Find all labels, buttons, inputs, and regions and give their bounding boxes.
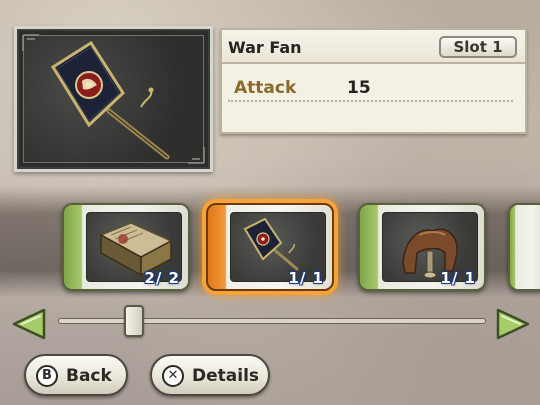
scroll-left-arrow-icon[interactable] bbox=[10, 307, 48, 341]
scroll-track[interactable] bbox=[58, 318, 486, 324]
x-button-icon: ✕ bbox=[162, 365, 184, 387]
war-fan-icon bbox=[22, 34, 205, 164]
carousel-item-partial[interactable] bbox=[508, 203, 540, 291]
carousel-item-book[interactable]: 2/ 2 bbox=[62, 203, 190, 291]
item-info-header: War Fan Slot 1 bbox=[222, 30, 525, 64]
stat-value: 15 bbox=[347, 78, 371, 98]
scroll-right-arrow-icon[interactable] bbox=[494, 307, 532, 341]
item-count: 2/ 2 bbox=[144, 269, 180, 287]
back-button-label: Back bbox=[66, 366, 112, 386]
carousel-item-war-fan[interactable]: 1/ 1 bbox=[206, 203, 334, 291]
item-count: 1/ 1 bbox=[440, 269, 476, 287]
details-button-label: Details bbox=[192, 366, 260, 386]
slot-label: Slot bbox=[453, 38, 487, 56]
item-count: 1/ 1 bbox=[288, 269, 324, 287]
carousel-item-saddle[interactable]: 1/ 1 bbox=[358, 203, 486, 291]
item-info-panel: War Fan Slot 1 Attack 15 bbox=[220, 28, 527, 134]
stat-row-attack: Attack 15 bbox=[228, 74, 513, 102]
slot-number: 1 bbox=[492, 38, 503, 56]
details-button[interactable]: ✕ Details bbox=[150, 354, 270, 396]
item-preview bbox=[14, 26, 213, 172]
b-button-icon: B bbox=[36, 365, 58, 387]
item-name: War Fan bbox=[228, 38, 302, 57]
slot-badge: Slot 1 bbox=[439, 36, 517, 58]
scroll-thumb[interactable] bbox=[124, 305, 144, 337]
stat-label: Attack bbox=[234, 78, 297, 98]
back-button[interactable]: B Back bbox=[24, 354, 128, 396]
